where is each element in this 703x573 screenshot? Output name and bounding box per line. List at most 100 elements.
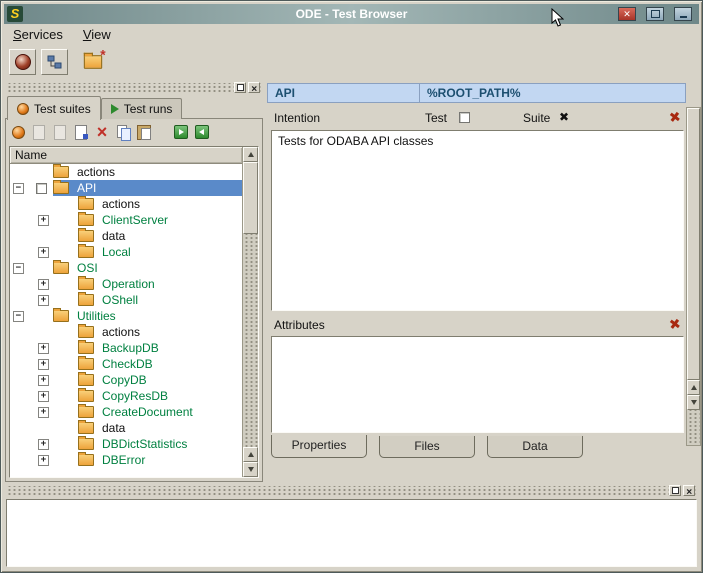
attributes-remove-icon[interactable]: ✖ bbox=[668, 315, 682, 332]
app-icon[interactable]: S bbox=[7, 6, 23, 22]
panel-vertical-scrollbar[interactable] bbox=[686, 107, 701, 446]
tab-data[interactable]: Data bbox=[487, 436, 583, 458]
suite-checkbox[interactable]: ✖ bbox=[559, 110, 569, 124]
paste-icon[interactable] bbox=[136, 124, 152, 140]
expand-icon[interactable]: + bbox=[38, 279, 49, 290]
scroll-up-button-2[interactable] bbox=[243, 447, 258, 462]
dock-drag-handle[interactable] bbox=[6, 83, 262, 94]
intention-textarea[interactable]: Tests for ODABA API classes bbox=[271, 130, 684, 311]
expand-icon[interactable]: + bbox=[38, 295, 49, 306]
collapse-icon[interactable]: − bbox=[13, 183, 24, 194]
tree-row[interactable]: data bbox=[10, 228, 242, 244]
scrollbar-track[interactable] bbox=[243, 234, 258, 447]
tree-row[interactable]: +DBDictStatistics bbox=[10, 436, 242, 452]
tree-row[interactable]: +CopyDB bbox=[10, 372, 242, 388]
collapse-icon[interactable]: − bbox=[13, 311, 24, 322]
menu-view[interactable]: View bbox=[83, 27, 111, 42]
tree-item-label: actions bbox=[74, 165, 118, 179]
tab-label: Test suites bbox=[34, 102, 91, 116]
arrow-up-icon bbox=[248, 152, 254, 157]
tree-row[interactable]: actions bbox=[10, 324, 242, 340]
test-suites-dock: Test suites Test runs Name actions−APIac… bbox=[5, 83, 263, 482]
tree-row[interactable]: −API bbox=[10, 180, 242, 196]
maximize-button[interactable] bbox=[646, 7, 664, 21]
tree-row[interactable]: + CheckDB bbox=[10, 356, 242, 372]
edit-doc-icon[interactable] bbox=[73, 124, 89, 140]
tab-test-suites[interactable]: Test suites bbox=[7, 96, 101, 120]
suite-checkbox[interactable] bbox=[36, 183, 47, 194]
tree-row[interactable]: +ClientServer bbox=[10, 212, 242, 228]
tree-row[interactable]: + CreateDocument bbox=[10, 404, 242, 420]
close-button[interactable]: ✕ bbox=[618, 7, 636, 21]
tree-row[interactable]: −Utilities bbox=[10, 308, 242, 324]
expand-icon[interactable]: + bbox=[38, 359, 49, 370]
tree-row[interactable]: −OSI bbox=[10, 260, 242, 276]
close-panel-button[interactable] bbox=[683, 485, 695, 496]
export-icon[interactable] bbox=[194, 124, 210, 140]
test-checkbox[interactable] bbox=[459, 112, 470, 123]
tree-row[interactable]: actions bbox=[10, 164, 242, 180]
titlebar[interactable]: S ODE - Test Browser ✕ bbox=[4, 4, 699, 24]
tree-row[interactable]: actions bbox=[10, 196, 242, 212]
tree-column-header[interactable]: Name bbox=[10, 147, 242, 164]
scroll-up-button[interactable] bbox=[687, 380, 700, 395]
hierarchy-view-button[interactable] bbox=[41, 49, 68, 75]
tree-vertical-scrollbar[interactable] bbox=[242, 147, 258, 477]
expand-icon[interactable]: + bbox=[38, 247, 49, 258]
intention-remove-icon[interactable]: ✖ bbox=[668, 108, 682, 125]
open-doc-icon[interactable] bbox=[52, 124, 68, 140]
minimize-button[interactable] bbox=[674, 7, 692, 21]
expander-spacer bbox=[38, 199, 49, 210]
delete-icon[interactable] bbox=[94, 124, 110, 140]
collapse-icon[interactable]: − bbox=[13, 263, 24, 274]
new-doc-icon[interactable] bbox=[31, 124, 47, 140]
import-icon[interactable] bbox=[173, 124, 189, 140]
tree-row[interactable]: data bbox=[10, 420, 242, 436]
checkbox-spacer bbox=[61, 332, 72, 333]
scrollbar-thumb[interactable] bbox=[687, 108, 700, 380]
float-panel-button[interactable] bbox=[234, 82, 246, 93]
tree-row[interactable]: +Operation bbox=[10, 276, 242, 292]
tree-item-label: CreateDocument bbox=[99, 405, 196, 419]
expand-icon[interactable]: + bbox=[38, 343, 49, 354]
scrollbar-thumb[interactable] bbox=[243, 162, 258, 234]
expand-icon[interactable]: + bbox=[38, 407, 49, 418]
scroll-down-button[interactable] bbox=[243, 462, 258, 477]
tree-row[interactable]: +BackupDB bbox=[10, 340, 242, 356]
close-icon bbox=[251, 81, 257, 95]
scrollbar-track[interactable] bbox=[687, 410, 700, 445]
tree-row[interactable]: +OShell bbox=[10, 292, 242, 308]
tab-test-runs[interactable]: Test runs bbox=[101, 98, 183, 119]
tree-row[interactable]: +DBError bbox=[10, 452, 242, 468]
checkbox-spacer bbox=[61, 300, 72, 301]
expand-icon[interactable]: + bbox=[38, 215, 49, 226]
output-textarea[interactable] bbox=[6, 499, 697, 567]
close-panel-button[interactable] bbox=[248, 82, 260, 93]
expander-spacer bbox=[38, 327, 49, 338]
expand-icon[interactable]: + bbox=[38, 391, 49, 402]
test-browser-button[interactable] bbox=[9, 49, 36, 75]
folder-icon bbox=[78, 342, 94, 354]
attributes-textarea[interactable] bbox=[271, 336, 684, 433]
checkbox-spacer bbox=[61, 460, 72, 461]
new-item-icon[interactable] bbox=[10, 124, 26, 140]
tab-files[interactable]: Files bbox=[379, 436, 475, 458]
dock-drag-handle[interactable] bbox=[6, 486, 697, 497]
new-folder-button[interactable] bbox=[79, 49, 106, 75]
copy-icon[interactable] bbox=[115, 124, 131, 140]
scroll-down-button[interactable] bbox=[687, 395, 700, 410]
test-runs-icon bbox=[111, 104, 119, 114]
expand-icon[interactable]: + bbox=[38, 455, 49, 466]
menu-services[interactable]: Services bbox=[13, 27, 63, 42]
tree-row[interactable]: +CopyResDB bbox=[10, 388, 242, 404]
checkbox-spacer bbox=[36, 268, 47, 269]
hierarchy-icon bbox=[47, 55, 62, 69]
tree-item-label: CheckDB bbox=[99, 357, 156, 371]
expand-icon[interactable]: + bbox=[38, 439, 49, 450]
checkbox-spacer bbox=[61, 428, 72, 429]
float-panel-button[interactable] bbox=[669, 485, 681, 496]
tree-row[interactable]: +Local bbox=[10, 244, 242, 260]
tab-properties[interactable]: Properties bbox=[271, 435, 367, 458]
expand-icon[interactable]: + bbox=[38, 375, 49, 386]
scroll-up-button[interactable] bbox=[243, 147, 258, 162]
